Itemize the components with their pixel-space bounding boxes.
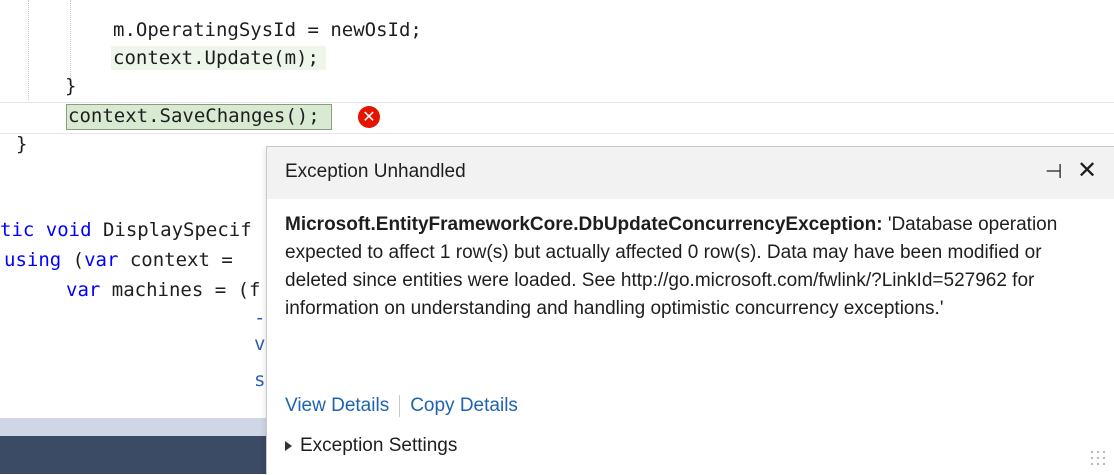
- code-text: v: [254, 333, 266, 355]
- code-text: context: [68, 105, 149, 127]
- view-details-link[interactable]: View Details: [285, 395, 389, 416]
- code-text: m.OperatingSysId = newOsId;: [113, 19, 422, 41]
- exception-message: Microsoft.EntityFrameworkCore.DbUpdateCo…: [285, 211, 1095, 323]
- code-text: }: [65, 75, 77, 97]
- code-text: .Update(m);: [193, 47, 319, 69]
- popup-header: Exception Unhandled ⊣ ✕: [267, 147, 1114, 199]
- code-fragment: s: [254, 366, 265, 394]
- resize-grip-icon[interactable]: [1089, 449, 1107, 467]
- code-fragment: v: [254, 330, 265, 358]
- indent-guide: [70, 0, 71, 80]
- popup-links: View Details Copy Details: [285, 395, 518, 417]
- code-text: (: [61, 249, 85, 271]
- code-keyword: tic void: [0, 219, 92, 241]
- code-line-current[interactable]: context.SaveChanges();: [68, 102, 320, 130]
- code-line[interactable]: }: [16, 130, 27, 158]
- code-text: }: [16, 133, 28, 155]
- code-text: context: [113, 47, 194, 69]
- copy-details-link[interactable]: Copy Details: [410, 395, 518, 416]
- pin-icon[interactable]: ⊣: [1045, 159, 1062, 183]
- code-keyword: var: [66, 279, 101, 301]
- error-glyph: ✕: [362, 107, 376, 126]
- code-keyword: var: [84, 249, 119, 271]
- exception-helper-popup: Exception Unhandled ⊣ ✕ Microsoft.Entity…: [266, 146, 1114, 475]
- code-text: .SaveChanges();: [148, 105, 320, 127]
- code-text: s: [254, 369, 266, 391]
- code-text: DisplaySpecif: [91, 219, 252, 241]
- code-line[interactable]: context.Update(m);: [113, 44, 319, 72]
- code-text: -: [254, 307, 266, 329]
- error-icon[interactable]: ✕: [358, 106, 380, 128]
- link-separator: [399, 395, 401, 417]
- close-icon[interactable]: ✕: [1077, 156, 1097, 184]
- popup-title: Exception Unhandled: [285, 161, 466, 182]
- code-line[interactable]: using (var context =: [4, 246, 233, 274]
- indent-guide: [28, 0, 29, 100]
- code-text: machines = (f: [100, 279, 261, 301]
- code-line[interactable]: m.OperatingSysId = newOsId;: [113, 16, 422, 44]
- code-fragment: -: [254, 304, 265, 332]
- exception-type: Microsoft.EntityFrameworkCore.DbUpdateCo…: [285, 214, 883, 235]
- exception-settings-label: Exception Settings: [300, 435, 458, 456]
- expand-triangle-icon: [285, 440, 292, 451]
- code-line[interactable]: }: [65, 72, 76, 100]
- code-line[interactable]: tic void DisplaySpecif: [0, 216, 252, 244]
- code-text: context =: [118, 249, 233, 271]
- exception-settings-expander[interactable]: Exception Settings: [285, 435, 457, 457]
- code-keyword: using: [4, 249, 62, 271]
- code-line[interactable]: var machines = (f: [66, 276, 260, 304]
